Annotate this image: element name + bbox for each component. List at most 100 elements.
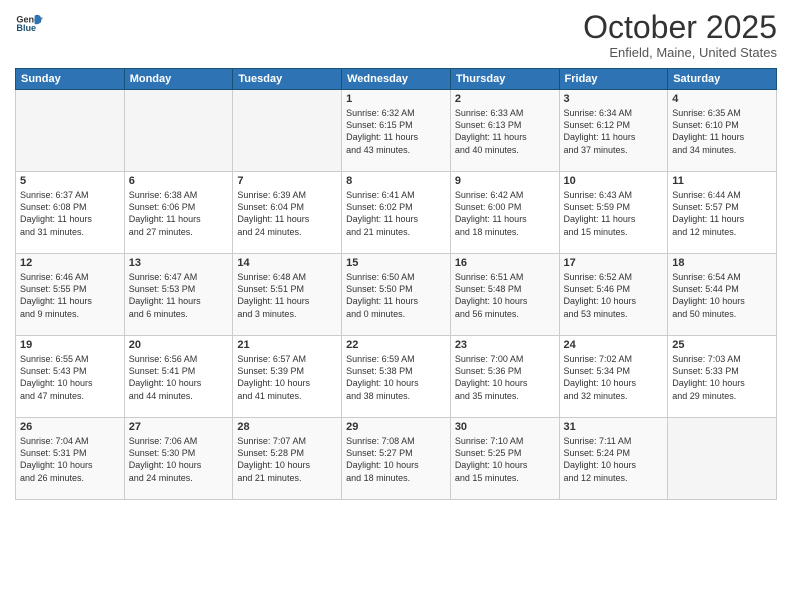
day-number: 29 [346, 421, 446, 433]
day-info: Sunrise: 6:33 AM Sunset: 6:13 PM Dayligh… [455, 107, 555, 156]
day-info: Sunrise: 6:46 AM Sunset: 5:55 PM Dayligh… [20, 271, 120, 320]
calendar-cell: 1Sunrise: 6:32 AM Sunset: 6:15 PM Daylig… [342, 90, 451, 172]
col-thursday: Thursday [450, 69, 559, 90]
day-number: 10 [564, 175, 664, 187]
calendar-cell [233, 90, 342, 172]
day-info: Sunrise: 6:52 AM Sunset: 5:46 PM Dayligh… [564, 271, 664, 320]
day-number: 20 [129, 339, 229, 351]
day-info: Sunrise: 6:35 AM Sunset: 6:10 PM Dayligh… [672, 107, 772, 156]
col-monday: Monday [124, 69, 233, 90]
calendar-cell: 27 Sunrise: 7:06 AM Sunset: 5:30 PM Dayli… [124, 418, 233, 500]
day-number: 17 [564, 257, 664, 269]
calendar-cell: 19 Sunrise: 6:55 AM Sunset: 5:43 PM Dayli… [16, 336, 125, 418]
day-info: Sunrise: 6:55 AM Sunset: 5:43 PM Dayligh… [20, 353, 120, 402]
logo: General Blue [15, 10, 43, 38]
day-number: 19 [20, 339, 120, 351]
calendar-cell: 20 Sunrise: 6:56 AM Sunset: 5:41 PM Dayli… [124, 336, 233, 418]
day-info: Sunrise: 7:11 AM Sunset: 5:24 PM Dayligh… [564, 435, 664, 484]
day-info: Sunrise: 6:34 AM Sunset: 6:12 PM Dayligh… [564, 107, 664, 156]
calendar-cell: 29 Sunrise: 7:08 AM Sunset: 5:27 PM Dayli… [342, 418, 451, 500]
calendar-cell: 30 Sunrise: 7:10 AM Sunset: 5:25 PM Dayli… [450, 418, 559, 500]
day-number: 24 [564, 339, 664, 351]
calendar-cell: 26 Sunrise: 7:04 AM Sunset: 5:31 PM Dayli… [16, 418, 125, 500]
calendar-cell: 17 Sunrise: 6:52 AM Sunset: 5:46 PM Dayli… [559, 254, 668, 336]
day-info: Sunrise: 6:42 AM Sunset: 6:00 PM Dayligh… [455, 189, 555, 238]
calendar-cell: 10 Sunrise: 6:43 AM Sunset: 5:59 PM Dayli… [559, 172, 668, 254]
day-info: Sunrise: 6:57 AM Sunset: 5:39 PM Dayligh… [237, 353, 337, 402]
calendar-cell: 16 Sunrise: 6:51 AM Sunset: 5:48 PM Dayli… [450, 254, 559, 336]
calendar-cell: 23 Sunrise: 7:00 AM Sunset: 5:36 PM Dayli… [450, 336, 559, 418]
day-info: Sunrise: 6:48 AM Sunset: 5:51 PM Dayligh… [237, 271, 337, 320]
day-info: Sunrise: 6:32 AM Sunset: 6:15 PM Dayligh… [346, 107, 446, 156]
page: General Blue October 2025 Enfield, Maine… [0, 0, 792, 612]
day-number: 12 [20, 257, 120, 269]
day-number: 13 [129, 257, 229, 269]
day-info: Sunrise: 6:38 AM Sunset: 6:06 PM Dayligh… [129, 189, 229, 238]
calendar-cell: 6 Sunrise: 6:38 AM Sunset: 6:06 PM Daylig… [124, 172, 233, 254]
day-info: Sunrise: 6:43 AM Sunset: 5:59 PM Dayligh… [564, 189, 664, 238]
day-number: 4 [672, 93, 772, 105]
calendar-cell: 21 Sunrise: 6:57 AM Sunset: 5:39 PM Dayli… [233, 336, 342, 418]
calendar-cell: 15 Sunrise: 6:50 AM Sunset: 5:50 PM Dayli… [342, 254, 451, 336]
day-number: 7 [237, 175, 337, 187]
calendar-cell: 3Sunrise: 6:34 AM Sunset: 6:12 PM Daylig… [559, 90, 668, 172]
day-info: Sunrise: 7:04 AM Sunset: 5:31 PM Dayligh… [20, 435, 120, 484]
day-number: 22 [346, 339, 446, 351]
calendar-cell: 24 Sunrise: 7:02 AM Sunset: 5:34 PM Dayli… [559, 336, 668, 418]
calendar-cell: 8Sunrise: 6:41 AM Sunset: 6:02 PM Daylig… [342, 172, 451, 254]
day-number: 30 [455, 421, 555, 433]
day-number: 11 [672, 175, 772, 187]
day-number: 6 [129, 175, 229, 187]
day-number: 9 [455, 175, 555, 187]
day-info: Sunrise: 7:06 AM Sunset: 5:30 PM Dayligh… [129, 435, 229, 484]
location: Enfield, Maine, United States [583, 45, 777, 60]
day-info: Sunrise: 6:37 AM Sunset: 6:08 PM Dayligh… [20, 189, 120, 238]
calendar-cell [16, 90, 125, 172]
col-tuesday: Tuesday [233, 69, 342, 90]
day-number: 23 [455, 339, 555, 351]
calendar-cell [668, 418, 777, 500]
calendar-cell: 18 Sunrise: 6:54 AM Sunset: 5:44 PM Dayli… [668, 254, 777, 336]
calendar-cell: 22 Sunrise: 6:59 AM Sunset: 5:38 PM Dayli… [342, 336, 451, 418]
day-number: 5 [20, 175, 120, 187]
day-info: Sunrise: 7:10 AM Sunset: 5:25 PM Dayligh… [455, 435, 555, 484]
title-block: October 2025 Enfield, Maine, United Stat… [583, 10, 777, 60]
day-info: Sunrise: 6:51 AM Sunset: 5:48 PM Dayligh… [455, 271, 555, 320]
calendar-cell: 31 Sunrise: 7:11 AM Sunset: 5:24 PM Dayli… [559, 418, 668, 500]
day-number: 28 [237, 421, 337, 433]
day-info: Sunrise: 6:54 AM Sunset: 5:44 PM Dayligh… [672, 271, 772, 320]
day-number: 25 [672, 339, 772, 351]
calendar-week-2: 12 Sunrise: 6:46 AM Sunset: 5:55 PM Dayli… [16, 254, 777, 336]
day-info: Sunrise: 7:07 AM Sunset: 5:28 PM Dayligh… [237, 435, 337, 484]
logo-icon: General Blue [15, 10, 43, 38]
day-number: 21 [237, 339, 337, 351]
day-number: 31 [564, 421, 664, 433]
day-number: 16 [455, 257, 555, 269]
day-info: Sunrise: 7:00 AM Sunset: 5:36 PM Dayligh… [455, 353, 555, 402]
svg-text:Blue: Blue [16, 23, 36, 33]
day-number: 8 [346, 175, 446, 187]
day-info: Sunrise: 7:02 AM Sunset: 5:34 PM Dayligh… [564, 353, 664, 402]
month-title: October 2025 [583, 10, 777, 45]
day-number: 27 [129, 421, 229, 433]
col-saturday: Saturday [668, 69, 777, 90]
col-sunday: Sunday [16, 69, 125, 90]
calendar-cell: 28 Sunrise: 7:07 AM Sunset: 5:28 PM Dayli… [233, 418, 342, 500]
day-info: Sunrise: 7:03 AM Sunset: 5:33 PM Dayligh… [672, 353, 772, 402]
day-info: Sunrise: 6:50 AM Sunset: 5:50 PM Dayligh… [346, 271, 446, 320]
calendar-week-4: 26 Sunrise: 7:04 AM Sunset: 5:31 PM Dayli… [16, 418, 777, 500]
day-info: Sunrise: 6:56 AM Sunset: 5:41 PM Dayligh… [129, 353, 229, 402]
calendar-cell: 7Sunrise: 6:39 AM Sunset: 6:04 PM Daylig… [233, 172, 342, 254]
calendar-table: Sunday Monday Tuesday Wednesday Thursday… [15, 68, 777, 500]
day-info: Sunrise: 6:44 AM Sunset: 5:57 PM Dayligh… [672, 189, 772, 238]
day-number: 2 [455, 93, 555, 105]
day-number: 26 [20, 421, 120, 433]
calendar-header-row: Sunday Monday Tuesday Wednesday Thursday… [16, 69, 777, 90]
day-number: 15 [346, 257, 446, 269]
day-info: Sunrise: 7:08 AM Sunset: 5:27 PM Dayligh… [346, 435, 446, 484]
day-number: 14 [237, 257, 337, 269]
day-info: Sunrise: 6:59 AM Sunset: 5:38 PM Dayligh… [346, 353, 446, 402]
calendar-cell: 9 Sunrise: 6:42 AM Sunset: 6:00 PM Daylig… [450, 172, 559, 254]
calendar-week-3: 19 Sunrise: 6:55 AM Sunset: 5:43 PM Dayli… [16, 336, 777, 418]
day-number: 18 [672, 257, 772, 269]
